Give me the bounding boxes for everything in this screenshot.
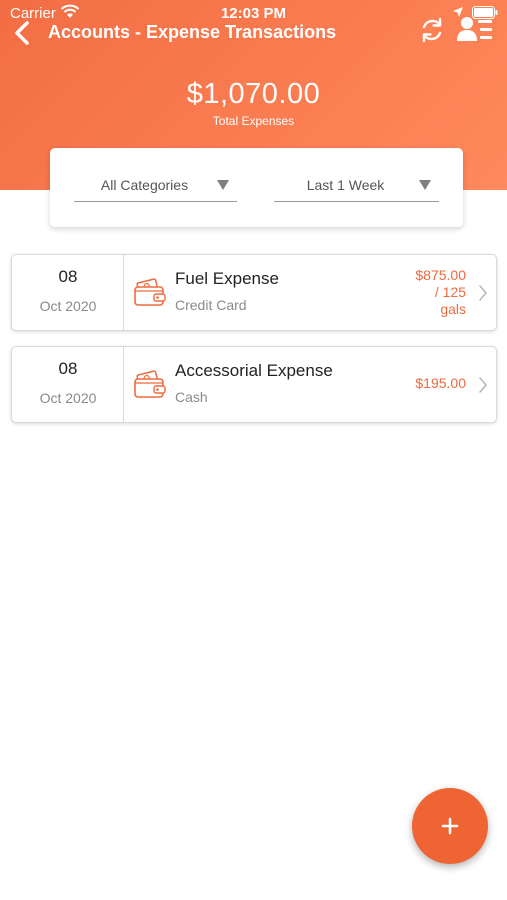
transaction-date: 08 Oct 2020: [12, 255, 124, 330]
transaction-name: Fuel Expense: [175, 269, 279, 288]
add-expense-button[interactable]: [412, 788, 488, 864]
transaction-month-year: Oct 2020: [39, 390, 97, 406]
category-filter-dropdown[interactable]: All Categories: [74, 172, 237, 202]
total-expenses-label: Total Expenses: [212, 114, 295, 128]
filter-card: All Categories Last 1 Week: [50, 148, 463, 227]
wallet-icon: [134, 278, 166, 306]
transaction-day: 08: [58, 267, 78, 286]
transaction-date: 08 Oct 2020: [12, 347, 124, 422]
plus-icon: [441, 817, 459, 835]
transaction-payment-method: Cash: [175, 389, 208, 405]
back-button[interactable]: [10, 20, 36, 46]
caret-down-icon: [217, 180, 229, 190]
transaction-amount: $875.00 / 125 gals: [415, 267, 466, 318]
category-filter-value: All Categories: [100, 177, 189, 193]
transaction-quantity-unit: gals: [440, 301, 466, 317]
transaction-name: Accessorial Expense: [175, 361, 333, 380]
chevron-right-icon: [479, 285, 487, 301]
wallet-icon: [134, 370, 166, 398]
transaction-row-accessorial-expense[interactable]: 08 Oct 2020 Accessorial Expense Cash $19…: [11, 346, 497, 423]
transaction-row-fuel-expense[interactable]: 08 Oct 2020 Fuel Expense Credit Card $87…: [11, 254, 497, 331]
transaction-amount-value: $195.00: [415, 375, 466, 391]
caret-down-icon: [419, 180, 431, 190]
total-expenses-amount: $1,070.00: [186, 78, 321, 110]
period-filter-dropdown[interactable]: Last 1 Week: [274, 172, 439, 202]
period-filter-value: Last 1 Week: [306, 177, 385, 193]
chevron-right-icon: [479, 377, 487, 393]
transaction-amount: $195.00: [415, 375, 466, 392]
transaction-day: 08: [58, 359, 78, 378]
page-title: Accounts - Expense Transactions: [48, 22, 337, 42]
user-list-icon[interactable]: [456, 14, 496, 44]
transaction-quantity: / 125: [434, 284, 466, 300]
transaction-month-year: Oct 2020: [39, 298, 97, 314]
transaction-amount-value: $875.00: [415, 267, 466, 283]
refresh-icon[interactable]: [418, 16, 446, 44]
transaction-payment-method: Credit Card: [175, 297, 247, 313]
